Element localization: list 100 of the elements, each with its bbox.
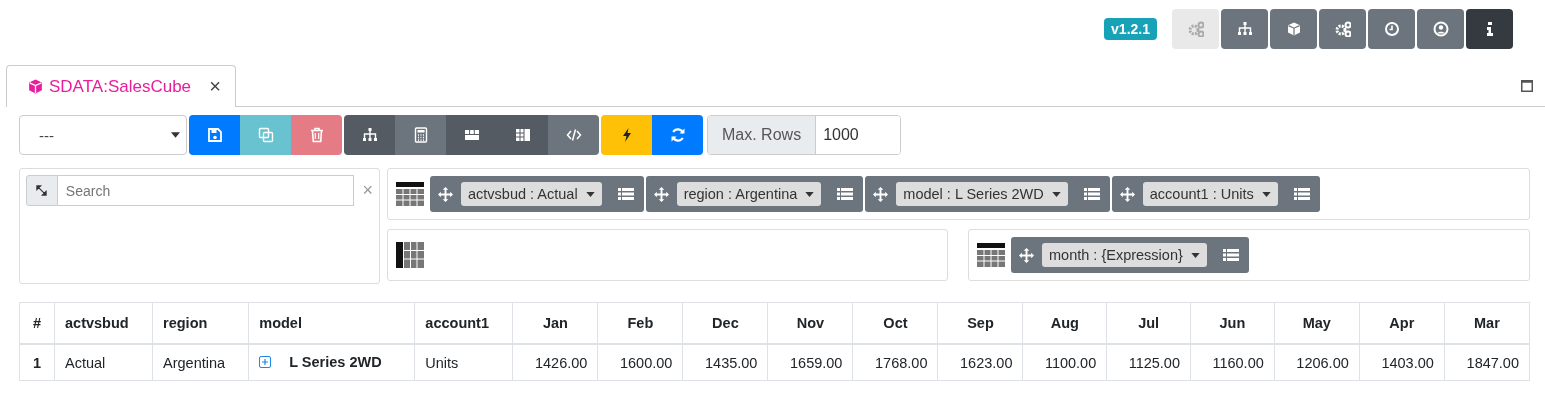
- move-icon[interactable]: [438, 186, 453, 202]
- cube-icon: [1285, 21, 1302, 37]
- expand-button[interactable]: [26, 175, 58, 206]
- column-header[interactable]: model: [248, 302, 415, 344]
- table-cell: 1206.00: [1274, 344, 1360, 381]
- column-header[interactable]: Nov: [767, 302, 853, 344]
- table-cell: 1623.00: [937, 344, 1023, 381]
- gear-button[interactable]: [1319, 9, 1366, 49]
- gear-icon: [1187, 21, 1204, 37]
- row-number: 1: [19, 344, 55, 381]
- list-icon[interactable]: [1293, 187, 1310, 201]
- column-header[interactable]: Apr: [1359, 302, 1445, 344]
- save-button[interactable]: [189, 115, 240, 155]
- max-rows-field[interactable]: Max. Rows 1000: [707, 115, 902, 155]
- code-button[interactable]: [548, 115, 599, 155]
- member-dropdown[interactable]: region : Argentina: [676, 182, 822, 206]
- calculator-button[interactable]: [395, 115, 446, 155]
- dimension-chip[interactable]: month : {Expression}: [1011, 237, 1249, 273]
- grid-button[interactable]: [446, 115, 497, 155]
- member-dropdown[interactable]: month : {Expression}: [1042, 243, 1207, 267]
- maximize-icon[interactable]: [1521, 79, 1533, 92]
- dimension-chip[interactable]: actvsbud : Actual: [430, 176, 644, 212]
- table-icon: [514, 127, 531, 143]
- refresh-icon: [669, 127, 686, 143]
- list-icon[interactable]: [617, 187, 634, 201]
- caret-icon: [585, 191, 595, 197]
- column-header[interactable]: Aug: [1022, 302, 1107, 344]
- table-cell: 1435.00: [682, 344, 768, 381]
- move-icon[interactable]: [1019, 247, 1034, 263]
- column-header[interactable]: Jul: [1106, 302, 1191, 344]
- user-button[interactable]: [1417, 9, 1464, 49]
- cube-button[interactable]: [1270, 9, 1317, 49]
- table-cell: 1768.00: [852, 344, 938, 381]
- move-icon[interactable]: [1119, 186, 1135, 202]
- view-select[interactable]: ---: [19, 115, 187, 155]
- hierarchy-icon: [361, 127, 378, 143]
- version-badge: v1.2.1: [1104, 18, 1157, 40]
- table-icon: [396, 182, 424, 206]
- columns-icon: [396, 242, 424, 268]
- caret-icon: [171, 132, 180, 138]
- dimension-chip[interactable]: region : Argentina: [645, 176, 864, 212]
- caret-icon: [1261, 191, 1271, 197]
- hierarchy-icon: [1236, 21, 1253, 37]
- close-button[interactable]: ×: [209, 75, 221, 98]
- save-icon: [206, 127, 223, 143]
- move-icon[interactable]: [653, 186, 669, 202]
- table-cell: 1125.00: [1106, 344, 1191, 381]
- clock-button[interactable]: [1368, 9, 1415, 49]
- tab[interactable]: SDATA:SalesCube ×: [6, 65, 236, 107]
- column-header[interactable]: Feb: [597, 302, 683, 344]
- trash-button[interactable]: [291, 115, 342, 155]
- caret-icon: [805, 191, 815, 197]
- column-header[interactable]: Oct: [852, 302, 938, 344]
- table-cell: Units: [414, 344, 513, 381]
- member-name: L Series 2WD: [289, 354, 382, 370]
- resize-arrows-icon: [36, 185, 48, 196]
- hierarchy-button[interactable]: [1221, 9, 1268, 49]
- user-icon: [1432, 21, 1449, 37]
- list-icon[interactable]: [1083, 187, 1100, 201]
- table-cell: 1600.00: [597, 344, 683, 381]
- column-header[interactable]: Sep: [937, 302, 1023, 344]
- calculator-icon: [412, 127, 429, 143]
- column-header[interactable]: Jan: [512, 302, 598, 344]
- table-cell: 1847.00: [1444, 344, 1530, 381]
- column-header[interactable]: May: [1274, 302, 1360, 344]
- list-icon[interactable]: [837, 187, 854, 201]
- trash-icon: [308, 127, 325, 143]
- expand-icon[interactable]: [259, 356, 272, 368]
- table-button[interactable]: [497, 115, 548, 155]
- table-cell: 1403.00: [1359, 344, 1445, 381]
- hierarchy-button[interactable]: [344, 115, 395, 155]
- member-dropdown[interactable]: actvsbud : Actual: [461, 182, 602, 206]
- tab-label: SDATA:SalesCube: [49, 76, 192, 97]
- table-cell: 1100.00: [1022, 344, 1107, 381]
- table-cell: Actual: [54, 344, 153, 381]
- column-header[interactable]: actvsbud: [54, 302, 153, 344]
- column-header[interactable]: Mar: [1444, 302, 1530, 344]
- member-dropdown[interactable]: account1 : Units: [1142, 182, 1278, 206]
- dimension-chip[interactable]: account1 : Units: [1111, 176, 1320, 212]
- gear-icon: [1334, 21, 1351, 37]
- info-button[interactable]: [1466, 9, 1513, 49]
- search-field[interactable]: Search: [57, 175, 355, 206]
- refresh-button[interactable]: [652, 115, 703, 155]
- caret-icon: [1190, 252, 1200, 258]
- move-icon[interactable]: [873, 186, 889, 202]
- column-header[interactable]: region: [152, 302, 249, 344]
- column-header[interactable]: Jun: [1190, 302, 1275, 344]
- list-icon[interactable]: [1222, 248, 1239, 262]
- column-header[interactable]: account1: [414, 302, 513, 344]
- table-cell: 1659.00: [767, 344, 853, 381]
- table-cell: Argentina: [152, 344, 249, 381]
- dimension-chip[interactable]: model : L Series 2WD: [865, 176, 1110, 212]
- copy-icon: [257, 127, 274, 143]
- grid-icon: [463, 127, 480, 143]
- member-dropdown[interactable]: model : L Series 2WD: [896, 182, 1068, 206]
- column-header[interactable]: Dec: [682, 302, 768, 344]
- column-header[interactable]: #: [19, 302, 55, 344]
- code-icon: [565, 127, 582, 143]
- table-cell: 1160.00: [1190, 344, 1275, 381]
- table-cell: 1426.00: [512, 344, 598, 381]
